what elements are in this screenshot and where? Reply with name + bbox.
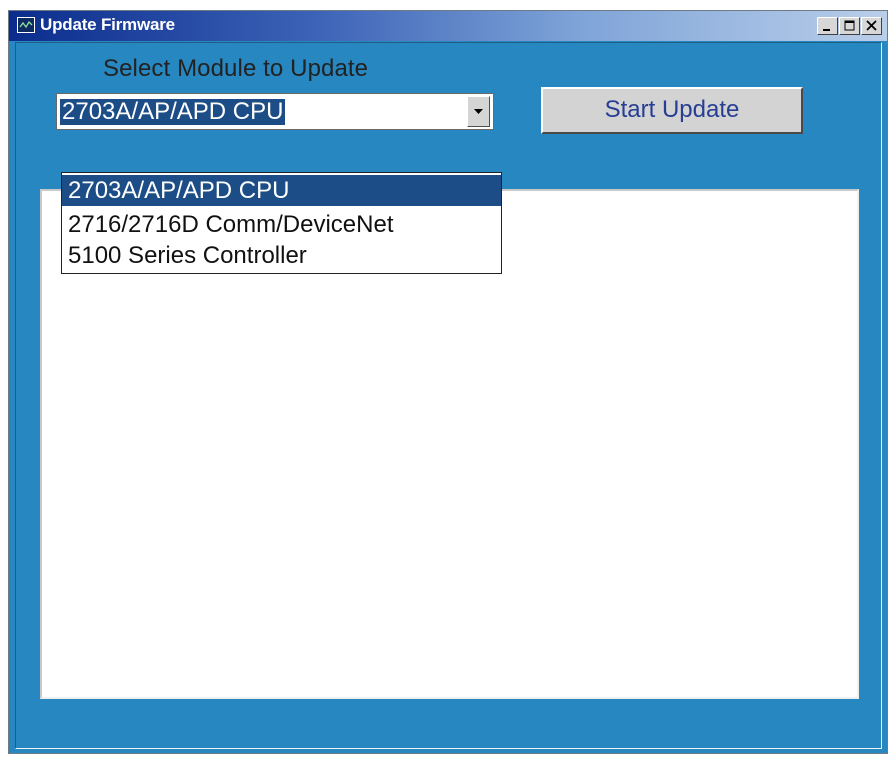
- combobox-selected-value[interactable]: 2703A/AP/APD CPU: [60, 99, 286, 125]
- module-dropdown-list[interactable]: 2703A/AP/APD CPU 2716/2716D Comm/DeviceN…: [61, 172, 502, 274]
- minimize-icon[interactable]: [817, 17, 838, 35]
- module-option-2703a[interactable]: 2703A/AP/APD CPU: [62, 175, 501, 206]
- module-combobox[interactable]: 2703A/AP/APD CPU: [56, 93, 494, 130]
- start-update-button[interactable]: Start Update: [541, 87, 803, 134]
- app-icon: [17, 17, 35, 33]
- dropdown-arrow-button[interactable]: [467, 96, 490, 127]
- title-bar[interactable]: Update Firmware: [9, 11, 887, 41]
- close-icon[interactable]: [861, 17, 882, 35]
- module-option-2716[interactable]: 2716/2716D Comm/DeviceNet: [62, 209, 501, 240]
- chevron-down-icon: [474, 109, 483, 114]
- module-option-5100[interactable]: 5100 Series Controller: [62, 240, 501, 271]
- select-module-label: Select Module to Update: [103, 55, 369, 82]
- window-title: Update Firmware: [40, 15, 175, 34]
- maximize-icon[interactable]: [839, 17, 860, 35]
